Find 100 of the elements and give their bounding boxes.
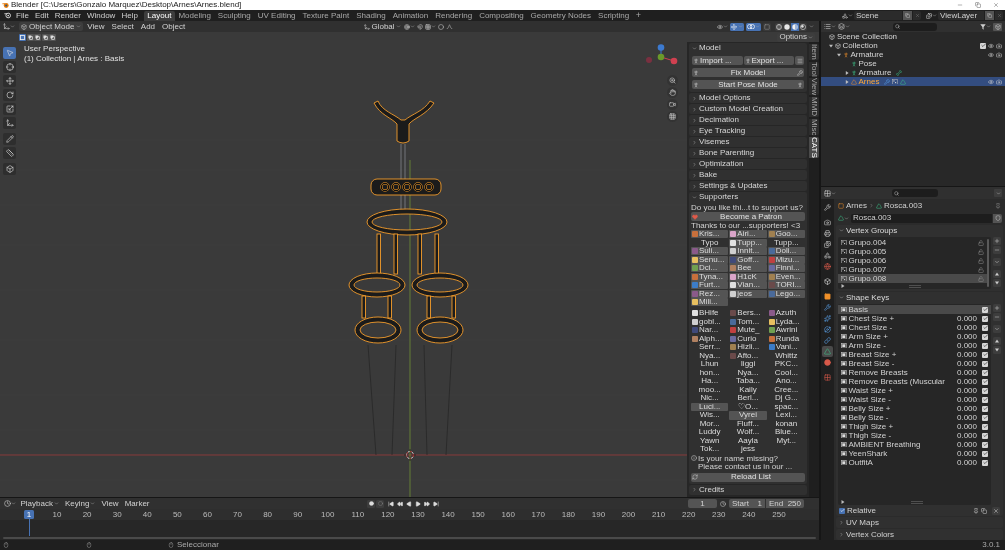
panel-header[interactable]: Supporters	[689, 192, 807, 202]
tool-button[interactable]	[3, 61, 16, 73]
workspace-tab[interactable]: Shading	[352, 11, 390, 21]
collapsed-panel[interactable]: Vertex Colors	[836, 529, 1003, 540]
pin-icon[interactable]	[973, 507, 979, 514]
supporter-link[interactable]: Cree...	[767, 385, 805, 394]
panel-header[interactable]: Eye Tracking	[689, 126, 807, 136]
fix-model-button[interactable]: Fix Model	[692, 68, 804, 77]
eye-icon[interactable]	[988, 51, 994, 58]
workspace-tab[interactable]: Geometry Nodes	[527, 11, 595, 21]
sidebar-tab[interactable]: Item	[809, 44, 819, 60]
disclosure-icon[interactable]	[845, 70, 849, 75]
supporter-link[interactable]: Cool...	[767, 368, 805, 377]
supporter-link[interactable]: Fluff...	[729, 419, 767, 428]
menu-item[interactable]: Help	[118, 10, 141, 21]
supporter-button[interactable]: Senu...	[691, 255, 729, 264]
shape-key-row[interactable]: AMBIENT Breathing 0.000	[838, 440, 991, 449]
supporter-link[interactable]: Wolf...	[729, 428, 767, 437]
tool-button[interactable]	[3, 75, 16, 87]
supporter-link[interactable]: Mor...	[691, 419, 729, 428]
panel-header[interactable]: Visemes	[689, 137, 807, 147]
supporter-link[interactable]: Typo	[691, 238, 729, 247]
mode-dropdown[interactable]: Object Mode	[19, 22, 84, 31]
navigation-button[interactable]	[667, 111, 678, 122]
blender-logo-icon[interactable]	[4, 12, 11, 19]
shape-key-value[interactable]: 0.000	[956, 359, 977, 368]
supporter-button[interactable]: Bee	[729, 264, 767, 272]
properties-tab[interactable]	[822, 238, 833, 250]
jump-start-button[interactable]	[387, 499, 395, 508]
curve-icon[interactable]	[445, 23, 453, 30]
checkbox[interactable]	[982, 459, 988, 466]
select-mode-button[interactable]	[41, 33, 49, 41]
checkbox[interactable]	[982, 306, 988, 313]
sidebar-tab[interactable]: CATS	[809, 137, 819, 158]
checkbox[interactable]	[982, 414, 988, 421]
panel-header[interactable]: Vertex Groups	[836, 225, 1003, 236]
navigation-button[interactable]	[667, 99, 678, 110]
scene-browse-button[interactable]	[842, 11, 853, 20]
supporter-link[interactable]: konan	[767, 419, 805, 428]
move-up-button[interactable]	[993, 270, 1001, 278]
properties-tab[interactable]	[822, 275, 833, 287]
eye-icon[interactable]	[988, 42, 994, 49]
triangle-right-icon[interactable]	[841, 284, 845, 288]
workspace-tab[interactable]: UV Editing	[254, 11, 300, 21]
supporter-button[interactable]: Even...	[767, 272, 805, 281]
menu-item[interactable]: Render	[51, 10, 84, 21]
tool-button[interactable]	[3, 163, 16, 175]
shape-key-row[interactable]: Chest Size - 0.000	[838, 323, 991, 332]
panel-header[interactable]: Optimization	[689, 159, 807, 169]
menu-item[interactable]: File	[13, 10, 32, 21]
supporter-button[interactable]: Airi...	[729, 230, 767, 238]
shading-button[interactable]	[775, 22, 783, 31]
supporter-button[interactable]: Vian...	[729, 281, 767, 289]
view-layer-browse-button[interactable]	[926, 11, 937, 20]
shape-key-value[interactable]: 0.000	[956, 377, 977, 386]
tool-button[interactable]	[3, 89, 16, 101]
shape-key-value[interactable]: 0.000	[956, 413, 977, 422]
panel-header[interactable]: Decimation	[689, 115, 807, 125]
workspace-tab[interactable]: Texture Paint	[299, 11, 353, 21]
shape-key-row[interactable]: Basis	[838, 305, 991, 314]
record-button[interactable]	[367, 499, 375, 508]
checkbox[interactable]	[982, 324, 988, 331]
supporter-link[interactable]: hon...	[691, 368, 729, 377]
supporter-button[interactable]: Goo...	[767, 230, 805, 238]
shape-key-row[interactable]: Arm Size + 0.000	[838, 332, 991, 341]
add-button[interactable]	[993, 304, 1001, 312]
pivot-dropdown[interactable]	[403, 22, 415, 31]
panel-header[interactable]: Shape Keys	[836, 292, 1003, 303]
supporter-button[interactable]: TORI...	[767, 281, 805, 289]
tool-button[interactable]	[3, 47, 16, 59]
select-mode-button[interactable]	[19, 33, 26, 41]
select-mode-button[interactable]	[34, 33, 41, 41]
supporter-button[interactable]: H1cK	[729, 272, 767, 281]
outliner-item[interactable]: Scene Collection	[821, 32, 1005, 41]
supporter-link[interactable]: Serr...	[691, 343, 729, 352]
filter-button[interactable]	[980, 23, 991, 30]
supporter-button[interactable]: Mizu...	[767, 255, 805, 264]
supporter-link[interactable]: Nar...	[691, 326, 729, 335]
current-frame-field[interactable]: 1	[688, 499, 717, 508]
datablock-field[interactable]: Rosca.003	[851, 213, 992, 223]
disclosure-icon[interactable]	[845, 79, 849, 84]
shape-key-row[interactable]: Arm Size - 0.000	[838, 341, 991, 350]
axis-gizmo-icon[interactable]	[645, 44, 679, 65]
supporter-button[interactable]: Suli...	[691, 247, 729, 255]
outliner-item[interactable]: Collection	[821, 41, 1005, 50]
select-mode-button[interactable]	[49, 33, 56, 41]
workspace-tab[interactable]: Sculpting	[214, 11, 255, 21]
supporter-link[interactable]: Nya...	[691, 351, 729, 360]
horizontal-scrollbar[interactable]	[3, 536, 816, 539]
menu-item[interactable]: Edit	[31, 10, 52, 21]
supporter-link[interactable]: Lexi...	[767, 411, 805, 420]
supporter-link[interactable]: Taba...	[729, 377, 767, 386]
supporter-link[interactable]: spac...	[767, 402, 805, 411]
mesh-browse-button[interactable]	[837, 213, 850, 223]
checkbox[interactable]	[982, 342, 988, 349]
outliner-item[interactable]: Pose	[821, 59, 1005, 68]
menu-item[interactable]: View	[84, 22, 108, 31]
workspace-tab[interactable]: Scripting	[594, 11, 633, 21]
sidebar-tab[interactable]: MMD	[809, 97, 819, 117]
checkbox[interactable]	[982, 396, 988, 403]
